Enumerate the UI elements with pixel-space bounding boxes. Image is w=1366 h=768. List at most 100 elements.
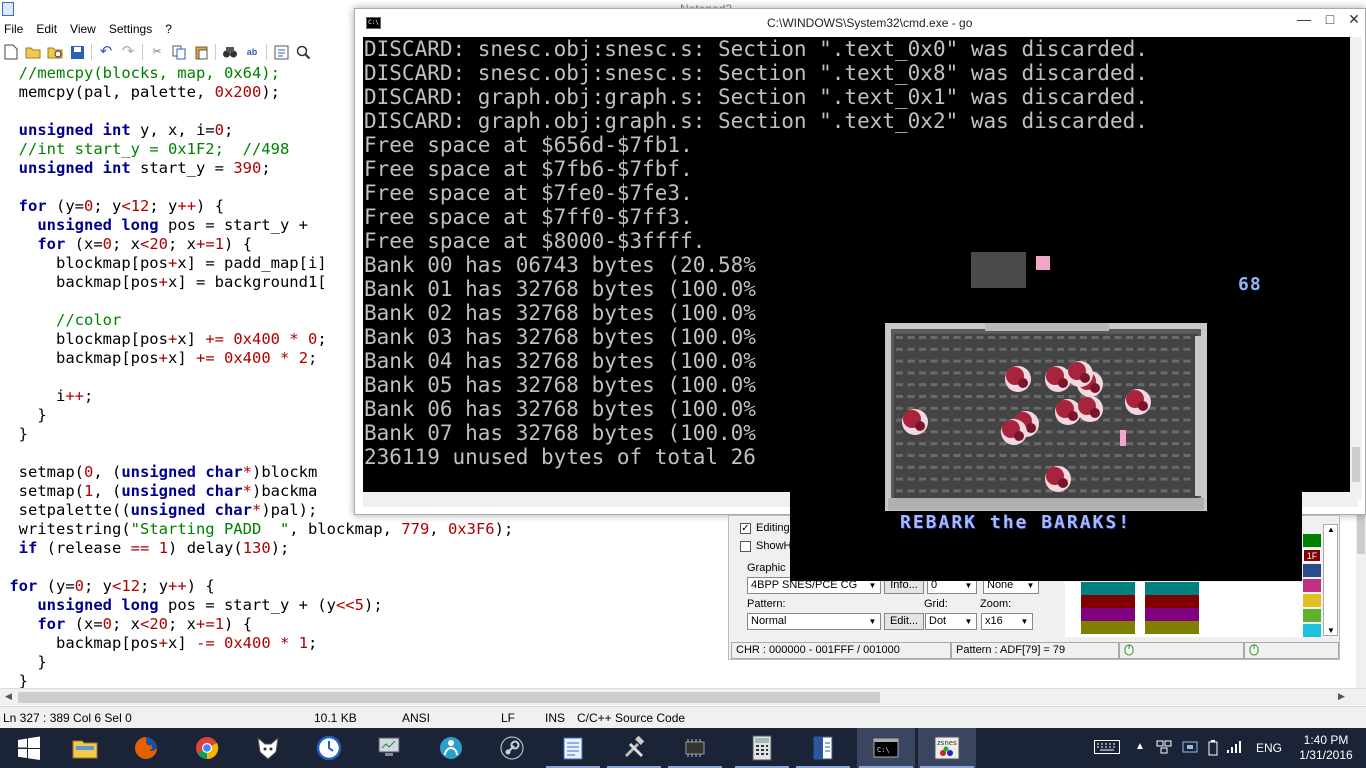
palette-swatch[interactable] — [1117, 582, 1135, 595]
browse-icon[interactable] — [47, 44, 63, 60]
chrome-icon[interactable] — [178, 728, 236, 768]
maximize-icon[interactable]: □ — [1317, 11, 1343, 27]
undo-icon[interactable]: ↶ — [98, 44, 114, 60]
palette-swatch[interactable] — [1145, 595, 1163, 608]
edit-button[interactable]: Edit... — [884, 613, 924, 630]
tools-icon[interactable] — [605, 728, 663, 768]
zoom-icon[interactable] — [295, 44, 311, 60]
cmd-vertical-scrollbar[interactable] — [1350, 37, 1362, 500]
palette-swatch[interactable] — [1163, 595, 1181, 608]
zsnes-icon[interactable]: zsnes — [918, 728, 976, 768]
palette-swatch[interactable] — [1181, 621, 1199, 634]
palette-swatch[interactable] — [1181, 608, 1199, 621]
paste-icon[interactable] — [193, 44, 209, 60]
code-line[interactable]: backmap[pos+x] -= 0x400 * 1; — [0, 634, 513, 653]
cmd-titlebar[interactable]: C:\ C:\WINDOWS\System32\cmd.exe - go — □… — [355, 9, 1365, 37]
taskbar-clock[interactable]: 1:40 PM 1/31/2016 — [1291, 733, 1361, 763]
palette-swatch[interactable] — [1181, 595, 1199, 608]
file-explorer-icon[interactable] — [56, 728, 114, 768]
show-checkbox[interactable] — [740, 541, 751, 552]
code-line[interactable]: if (release == 1) delay(130); — [0, 539, 513, 558]
new-icon[interactable] — [3, 44, 19, 60]
pattern-select[interactable]: Normal ▼ — [747, 613, 881, 630]
scrollbar-thumb[interactable] — [18, 692, 880, 703]
menu-edit[interactable]: Edit — [36, 22, 57, 36]
cmd-icon[interactable]: C:\ — [857, 728, 915, 768]
monitor-icon[interactable] — [361, 728, 419, 768]
cmd-app-icon[interactable]: C:\ — [366, 17, 381, 29]
network-icon[interactable] — [422, 728, 480, 768]
editor-horizontal-scrollbar[interactable]: ◀ ▶ — [0, 688, 1366, 705]
palette-swatch[interactable] — [1181, 582, 1199, 595]
palette-swatch[interactable] — [1303, 579, 1321, 592]
scroll-left-icon[interactable]: ◀ — [5, 691, 12, 702]
editing-checkbox[interactable]: ✓ — [740, 523, 751, 534]
redo-icon[interactable]: ↷ — [120, 44, 136, 60]
palette-swatch[interactable] — [1099, 621, 1117, 634]
code-line[interactable]: unsigned long pos = start_y + (y<<5); — [0, 596, 513, 615]
network-tray-icon[interactable] — [1156, 740, 1172, 757]
chevron-up-icon[interactable]: ▲ — [1135, 741, 1145, 752]
palette-swatch[interactable] — [1099, 595, 1117, 608]
firefox-icon[interactable] — [117, 728, 175, 768]
cut-icon[interactable]: ✂ — [149, 44, 165, 60]
language-indicator[interactable]: ENG — [1256, 741, 1282, 755]
code-line[interactable]: for (y=0; y<12; y++) { — [0, 577, 513, 596]
replace-icon[interactable]: ab — [244, 44, 260, 60]
menu-help[interactable]: ? — [165, 22, 172, 36]
status-line-ending[interactable]: LF — [501, 711, 515, 725]
palette-swatch[interactable] — [1145, 621, 1163, 634]
status-scheme[interactable]: C/C++ Source Code — [577, 711, 685, 725]
keyboard-icon[interactable] — [1094, 740, 1120, 757]
code-line[interactable] — [0, 558, 513, 577]
battery-icon[interactable] — [1208, 740, 1218, 759]
palette-swatch[interactable] — [1303, 534, 1321, 547]
palette-swatch[interactable] — [1099, 582, 1117, 595]
tablet-icon[interactable] — [1182, 740, 1198, 757]
code-line[interactable]: } — [0, 653, 513, 672]
notepad-app-icon[interactable] — [2, 2, 14, 16]
palette-swatch[interactable] — [1117, 595, 1135, 608]
find-icon[interactable] — [222, 44, 238, 60]
zoom-select[interactable]: x16 ▼ — [981, 613, 1033, 630]
signal-icon[interactable] — [1226, 740, 1242, 757]
palette-swatch[interactable] — [1081, 582, 1099, 595]
palette-swatch[interactable] — [1303, 564, 1321, 577]
code-line[interactable]: for (x=0; x<20; x+=1) { — [0, 615, 513, 634]
status-encoding[interactable]: ANSI — [402, 711, 430, 725]
palette-scrollbar[interactable]: ▲ ▼ — [1323, 524, 1338, 636]
palette-swatch[interactable] — [1099, 608, 1117, 621]
grid-select[interactable]: Dot ▼ — [925, 613, 977, 630]
palette-swatch[interactable] — [1145, 582, 1163, 595]
palette-swatch[interactable] — [1303, 624, 1321, 637]
calculator-icon[interactable] — [733, 728, 791, 768]
scrollbar-thumb[interactable] — [1352, 447, 1360, 482]
document-icon[interactable] — [794, 728, 852, 768]
palette-swatch[interactable] — [1145, 608, 1163, 621]
close-icon[interactable]: ✕ — [1341, 11, 1366, 28]
palette-column[interactable]: 1F — [1303, 524, 1321, 637]
palette-swatch[interactable] — [1081, 621, 1099, 634]
save-icon[interactable] — [69, 44, 85, 60]
status-mode[interactable]: INS — [545, 711, 565, 725]
palette-swatch[interactable] — [1081, 595, 1099, 608]
palette-swatch[interactable] — [1163, 582, 1181, 595]
steam-icon[interactable] — [483, 728, 541, 768]
menu-view[interactable]: View — [70, 22, 96, 36]
start-icon[interactable] — [0, 728, 58, 768]
palette-swatch[interactable] — [1117, 621, 1135, 634]
palette-grid[interactable] — [1065, 582, 1305, 637]
menu-settings[interactable]: Settings — [109, 22, 152, 36]
clock-app-icon[interactable] — [300, 728, 358, 768]
palette-swatch[interactable] — [1081, 608, 1099, 621]
code-line[interactable]: } — [0, 672, 513, 688]
palette-swatch[interactable] — [1117, 608, 1135, 621]
open-icon[interactable] — [25, 44, 41, 60]
code-line[interactable]: writestring("Starting PADD ", blockmap, … — [0, 520, 514, 539]
palette-selected-swatch[interactable]: 1F — [1303, 549, 1321, 562]
copy-icon[interactable] — [171, 44, 187, 60]
foobar-icon[interactable] — [239, 728, 297, 768]
palette-swatch[interactable] — [1163, 621, 1181, 634]
palette-swatch[interactable] — [1303, 594, 1321, 607]
menu-file[interactable]: File — [4, 22, 23, 36]
